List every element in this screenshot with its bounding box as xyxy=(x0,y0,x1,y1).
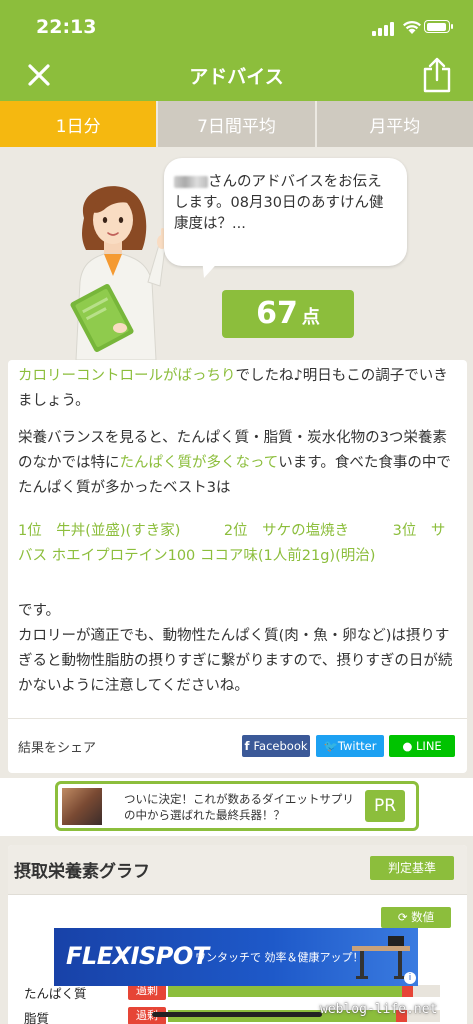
protein-bar-fill xyxy=(168,985,402,997)
pr-banner[interactable]: ついに決定！これが数あるダイエットサプリの中から選ばれた最終兵器！？ PR xyxy=(55,781,419,831)
twitter-bird-icon: 🐦 xyxy=(323,739,338,753)
share-row: 結果をシェア f Facebook 🐦Twitter ● LINE xyxy=(8,718,467,773)
cellular-signal-icon xyxy=(372,22,396,36)
facebook-share-button[interactable]: f Facebook xyxy=(242,735,310,757)
line-chat-icon: ● xyxy=(402,739,417,753)
message-paragraph-3: です。 xyxy=(18,603,61,619)
period-tabs: 1日分 7日間平均 月平均 xyxy=(0,101,473,147)
graph-header: 摂取栄養素グラフ 判定基準 xyxy=(8,845,467,895)
rank-1-item: 1位 牛丼(並盛)(すき家) xyxy=(18,523,181,539)
tab-daily[interactable]: 1日分 xyxy=(0,101,159,147)
tab-monthly-average[interactable]: 月平均 xyxy=(316,101,473,147)
facebook-label: Facebook xyxy=(253,739,308,753)
wifi-icon xyxy=(403,20,421,34)
message-paragraph-1: カロリーコントロールがばっちりでしたね♪明日もこの調子でいきましょう。 xyxy=(18,364,458,414)
health-score-value: 67 xyxy=(256,296,298,331)
status-bar: 22:13 xyxy=(0,0,473,50)
pr-thumbnail-image xyxy=(62,788,102,825)
graph-title: 摂取栄養素グラフ xyxy=(14,862,150,882)
protein-bar xyxy=(168,985,440,997)
refresh-icon: ⟳ xyxy=(397,910,412,924)
speech-bubble-tail xyxy=(202,258,222,278)
share-icon[interactable] xyxy=(420,56,454,94)
flexispot-ad-banner[interactable]: FLEXISPOT ワンタッチで 効率＆健康アップ！ i xyxy=(54,928,418,986)
show-values-button[interactable]: ⟳ 数値 xyxy=(381,907,451,928)
twitter-label: Twitter xyxy=(337,739,377,753)
protein-highlight: たんぱく質が多くなって xyxy=(119,455,279,471)
health-score-badge: 67 点 xyxy=(222,290,354,338)
health-score-unit: 点 xyxy=(301,307,320,328)
calorie-highlight: カロリーコントロールがばっちり xyxy=(18,368,236,384)
battery-icon xyxy=(424,20,453,33)
blurred-username xyxy=(174,176,208,188)
app-header: 22:13 アドバイス xyxy=(0,0,473,101)
standing-desk-image xyxy=(352,936,410,979)
rank-2-item: 2位 サケの塩焼き xyxy=(223,523,350,539)
tab-7day-average[interactable]: 7日間平均 xyxy=(158,101,317,147)
ad-brand-logo: FLEXISPOT xyxy=(66,942,209,970)
nutrient-label-fat: 脂質 xyxy=(24,1011,50,1024)
watermark: weblog-life.net xyxy=(320,1002,438,1017)
line-share-button[interactable]: ● LINE xyxy=(389,735,455,757)
message-paragraph-2: 栄養バランスを見ると、たんぱく質・脂質・炭水化物の3つ栄養素のなかでは特にたんぱ… xyxy=(18,426,458,501)
line-label: LINE xyxy=(416,739,442,753)
ad-copy: ワンタッチで 効率＆健康アップ！ xyxy=(195,951,364,964)
page-title: アドバイス xyxy=(189,66,284,88)
ad-info-icon[interactable]: i xyxy=(404,972,416,984)
pr-banner-text: ついに決定！これが数あるダイエットサプリの中から選ばれた最終兵器！？ xyxy=(124,792,354,822)
bar-excess-segment xyxy=(401,985,413,997)
status-time: 22:13 xyxy=(36,16,97,38)
pr-banner-area: ついに決定！これが数あるダイエットサプリの中から選ばれた最終兵器！？ PR xyxy=(0,778,473,836)
judge-criteria-button[interactable]: 判定基準 xyxy=(370,856,454,880)
protein-top3-list: 1位 牛丼(並盛)(すき家) 2位 サケの塩焼き 3位 サバス ホエイプロテイン… xyxy=(18,519,458,569)
share-label: 結果をシェア xyxy=(18,741,97,756)
pr-badge: PR xyxy=(365,790,405,822)
advice-speech-bubble: さんのアドバイスをお伝えします。08月30日のあすけん健康度は？... xyxy=(164,158,407,266)
message-paragraph-4: カロリーが適正でも、動物性たんぱく質(肉・魚・卵など)は摂りすぎると動物性脂肪の… xyxy=(18,628,453,694)
show-values-label: 数値 xyxy=(411,910,435,924)
home-indicator[interactable] xyxy=(152,1012,322,1017)
twitter-share-button[interactable]: 🐦Twitter xyxy=(316,735,384,757)
advice-message-card: カロリーコントロールがばっちりでしたね♪明日もこの調子でいきましょう。 栄養バラ… xyxy=(8,360,467,773)
advisor-avatar xyxy=(70,186,167,360)
